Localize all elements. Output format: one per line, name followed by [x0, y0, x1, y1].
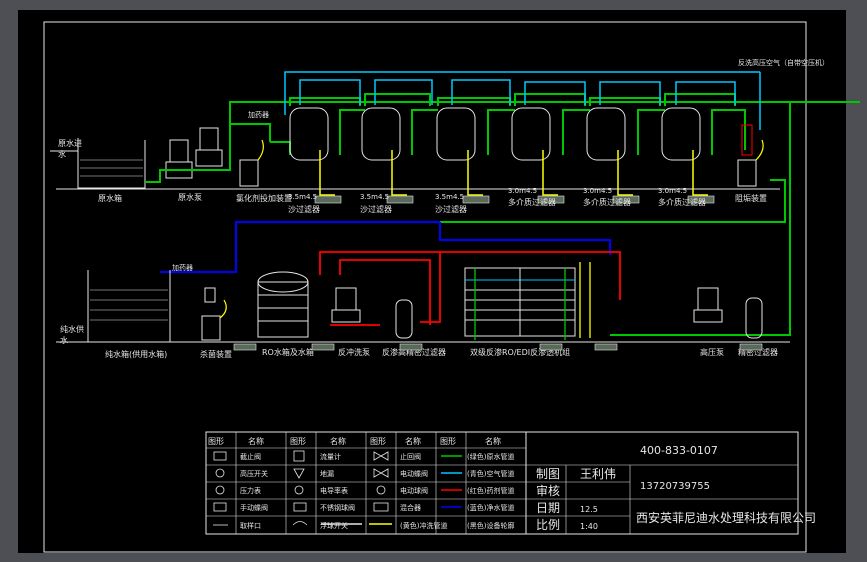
company-name: 西安英菲尼迪水处理科技有限公司 — [636, 510, 816, 525]
legend-cell: 止回阀 — [400, 452, 421, 461]
legend-cell: 电导率表 — [320, 486, 348, 495]
legend-cell: 浮球开关 — [320, 521, 348, 530]
backflush-pump-label: 反冲洗泵 — [338, 347, 370, 357]
raw-tank-label: 原水箱 — [98, 193, 122, 203]
legend-cell: 电动球阀 — [400, 486, 428, 495]
legend-cell: 地漏 — [320, 469, 334, 478]
clean-water-out-label: 纯水供 — [60, 324, 84, 334]
spec-6: 3.0m4.5 — [658, 187, 687, 195]
ro-tank-label: RO水箱及水箱 — [262, 347, 314, 357]
legend-cell: 不锈钢球阀 — [320, 503, 355, 512]
spec-4: 3.0m4.5 — [508, 187, 537, 195]
legend-cell: 混合器 — [400, 503, 421, 512]
legend-cell: 高压开关 — [240, 469, 268, 478]
legend-cell: 手动蝶阀 — [240, 503, 268, 512]
spec-5: 3.0m4.5 — [583, 187, 612, 195]
multi-filter-1-label: 多介质过滤器 — [508, 197, 556, 207]
drawing-sheet: 原水进 水 原水箱 原水泵 氯化剂投加装置 加药器 3.5m4.5 沙过滤器 3… — [18, 10, 860, 553]
sand-filter-1-label: 沙过滤器 — [288, 204, 320, 214]
check-label: 审核 — [536, 483, 560, 498]
legend-header: 图形 — [440, 437, 456, 446]
legend-cell: (黑色)设备轮廓 — [467, 521, 514, 530]
dosing-mid-label: 加药器 — [172, 263, 193, 272]
spec-3: 3.5m4.5 — [435, 193, 464, 201]
raw-pump-label: 原水泵 — [178, 192, 202, 202]
drawn-label: 制图 — [536, 467, 560, 481]
multi-filter-3-label: 多介质过滤器 — [658, 197, 706, 207]
mobile-number: 13720739755 — [640, 481, 710, 492]
chlorine-dose-label: 氯化剂投加装置 — [236, 193, 292, 203]
spec-2: 3.5m4.5 — [360, 193, 389, 201]
softener-label: 阻垢装置 — [735, 193, 767, 203]
legend-cell: (绿色)原水管道 — [467, 452, 514, 461]
scale-value: 1:40 — [580, 522, 598, 531]
spec-1: 3.5m4.5 — [288, 193, 317, 201]
sand-filter-2-label: 沙过滤器 — [360, 204, 392, 214]
legend-cell: 取样口 — [240, 521, 261, 530]
dosing-top-label: 加药器 — [248, 110, 269, 119]
legend-header: 名称 — [485, 436, 501, 446]
acid-device-label: 杀菌装置 — [200, 349, 232, 359]
scale-label: 比例 — [536, 518, 560, 532]
legend-cell: (青色)空气管道 — [467, 469, 514, 478]
multi-filter-2-label: 多介质过滤器 — [583, 197, 631, 207]
phone-number: 400-833-0107 — [640, 444, 718, 457]
sand-filter-3-label: 沙过滤器 — [435, 204, 467, 214]
legend-header: 名称 — [405, 436, 421, 446]
drawn-name: 王利伟 — [580, 467, 616, 481]
legend-cell: (黄色)冲洗管道 — [400, 521, 447, 530]
legend-cell: 电动蝶阀 — [400, 469, 428, 478]
legend-cell: (蓝色)净水管道 — [467, 503, 514, 512]
hp-pump-label: 高压泵 — [700, 347, 724, 357]
clean-water-out-label-2: 水 — [60, 335, 68, 345]
date-value: 12.5 — [580, 505, 598, 514]
legend-header: 图形 — [290, 437, 306, 446]
legend-cell: 截止阀 — [240, 452, 261, 461]
legend-header: 图形 — [370, 437, 386, 446]
legend-cell: 压力表 — [240, 486, 261, 495]
backwash-note: 反洗高压空气（自带空压机） — [738, 58, 829, 67]
legend-cell: 流量计 — [320, 452, 341, 461]
legend-header: 名称 — [248, 436, 264, 446]
legend-header: 图形 — [208, 437, 224, 446]
legend-header: 名称 — [330, 436, 346, 446]
date-label: 日期 — [536, 501, 560, 515]
legend-cell: (红色)药剂管道 — [467, 486, 514, 495]
clean-tank-label: 纯水箱(供用水箱) — [105, 349, 167, 359]
